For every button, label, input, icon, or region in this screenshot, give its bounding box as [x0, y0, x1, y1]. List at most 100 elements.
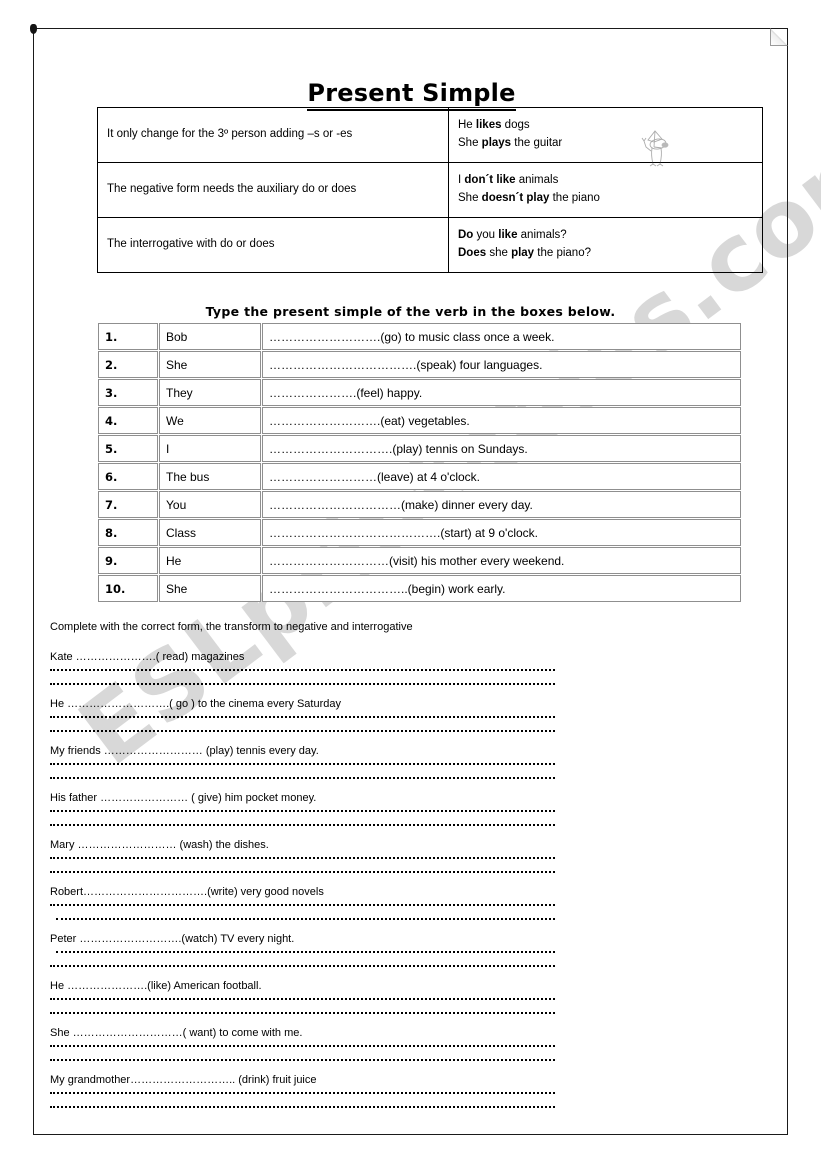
- answer-line-interrogative[interactable]: [50, 1106, 555, 1108]
- list-item: He ………………….(like) American football.: [50, 979, 770, 1014]
- worksheet-page: Present Simple It only change for the 3º…: [30, 24, 789, 1135]
- exercise2-prompt[interactable]: Robert…………………………….(write) very good nove…: [50, 885, 770, 900]
- example-verb: play: [511, 247, 535, 259]
- answer-line-negative[interactable]: [50, 904, 555, 906]
- exercise2-prompt[interactable]: She …………………………( want) to come with me.: [50, 1026, 770, 1041]
- page-corner-mark-icon: [30, 24, 37, 34]
- row-sentence-blank[interactable]: ………………….(feel) happy.: [262, 379, 741, 406]
- example-cell-affirmative: He likes dogs She plays the guitar: [448, 107, 763, 163]
- table-row: 10. She ……………………………..(begin) work early.: [98, 575, 741, 602]
- row-subject: You: [159, 491, 261, 518]
- row-subject: I: [159, 435, 261, 462]
- answer-line-interrogative[interactable]: [50, 730, 555, 732]
- list-item: She …………………………( want) to come with me.: [50, 1026, 770, 1061]
- answer-line-negative[interactable]: [56, 951, 555, 953]
- answer-line-interrogative[interactable]: [50, 777, 555, 779]
- exercise2-prompt[interactable]: He ……………………….( go ) to the cinema every …: [50, 697, 770, 712]
- example-cell-interrogative: Do you like animals? Does she play the p…: [448, 217, 763, 273]
- answer-line-interrogative[interactable]: [50, 871, 555, 873]
- list-item: He ……………………….( go ) to the cinema every …: [50, 697, 770, 732]
- example-post: dogs: [501, 119, 530, 132]
- answer-line-negative[interactable]: [50, 1045, 555, 1047]
- example-verb: plays: [481, 137, 512, 149]
- table-row: 7. You ……………………………(make) dinner every da…: [98, 491, 741, 518]
- rule-text: The interrogative with do or does: [107, 238, 275, 251]
- row-number: 6.: [98, 463, 158, 490]
- answer-line-negative[interactable]: [50, 716, 555, 718]
- example-line: Does she play the piano?: [458, 245, 753, 263]
- example-pre: She: [458, 192, 482, 204]
- example-mid: you: [473, 229, 499, 242]
- row-sentence-blank[interactable]: …………………………(visit) his mother every weeke…: [262, 547, 741, 574]
- table-row: The interrogative with do or does Do you…: [97, 217, 763, 273]
- answer-line-negative[interactable]: [50, 857, 555, 859]
- row-subject: The bus: [159, 463, 261, 490]
- answer-line-negative[interactable]: [50, 669, 555, 671]
- row-sentence-blank[interactable]: ………………………(leave) at 4 o'clock.: [262, 463, 741, 490]
- example-post: animals: [515, 174, 559, 187]
- row-subject: He: [159, 547, 261, 574]
- exercise2-prompt[interactable]: My grandmother……………………….. (drink) fruit …: [50, 1073, 770, 1088]
- list-item: Robert…………………………….(write) very good nove…: [50, 885, 770, 920]
- row-subject: Class: [159, 519, 261, 546]
- list-item: Peter ……………………….(watch) TV every night.: [50, 932, 770, 967]
- row-subject: Bob: [159, 323, 261, 350]
- exercise1-heading: Type the present simple of the verb in t…: [205, 304, 616, 319]
- answer-line-negative[interactable]: [50, 998, 555, 1000]
- row-number: 2.: [98, 351, 158, 378]
- answer-line-interrogative[interactable]: [50, 683, 555, 685]
- exercise2-prompt[interactable]: His father …………………… ( give) him pocket m…: [50, 791, 770, 806]
- table-row: 2. She ……………………………….(speak) four languag…: [98, 351, 741, 378]
- row-number: 10.: [98, 575, 158, 602]
- table-row: 8. Class …………………………………….(start) at 9 o'c…: [98, 519, 741, 546]
- answer-line-interrogative[interactable]: [50, 1059, 555, 1061]
- table-row: 1. Bob ……………………….(go) to music class onc…: [98, 323, 741, 350]
- row-sentence-blank[interactable]: ………………………….(play) tennis on Sundays.: [262, 435, 741, 462]
- table-row: 9. He …………………………(visit) his mother every…: [98, 547, 741, 574]
- example-verb: like: [498, 229, 518, 242]
- answer-line-interrogative[interactable]: [50, 1012, 555, 1014]
- rule-cell-affirmative: It only change for the 3º person adding …: [97, 107, 449, 163]
- row-sentence-blank[interactable]: ……………………………(make) dinner every day.: [262, 491, 741, 518]
- exercise2-prompt[interactable]: He ………………….(like) American football.: [50, 979, 770, 994]
- dog-illustration-icon: [641, 130, 669, 167]
- answer-line-interrogative[interactable]: [50, 965, 555, 967]
- rule-text: The negative form needs the auxiliary do…: [107, 183, 357, 196]
- answer-line-negative[interactable]: [50, 1092, 555, 1094]
- answer-line-interrogative[interactable]: [50, 824, 555, 826]
- example-pre: She: [458, 137, 482, 149]
- row-sentence-blank[interactable]: ……………………………..(begin) work early.: [262, 575, 741, 602]
- example-post: the guitar: [511, 137, 563, 149]
- exercise2-prompt[interactable]: My friends ……………………… (play) tennis every…: [50, 744, 770, 759]
- table-row: 6. The bus ………………………(leave) at 4 o'clock…: [98, 463, 741, 490]
- row-number: 9.: [98, 547, 158, 574]
- row-number: 5.: [98, 435, 158, 462]
- table-row: 5. I ………………………….(play) tennis on Sundays…: [98, 435, 741, 462]
- row-sentence-blank[interactable]: ……………………….(eat) vegetables.: [262, 407, 741, 434]
- answer-line-interrogative[interactable]: [56, 918, 555, 920]
- table-row: 3. They ………………….(feel) happy.: [98, 379, 741, 406]
- page-corner-fold-icon: [770, 28, 788, 46]
- example-post: animals?: [517, 229, 567, 242]
- example-verb: don´t like: [464, 174, 516, 187]
- rule-cell-negative: The negative form needs the auxiliary do…: [97, 162, 449, 218]
- answer-line-negative[interactable]: [50, 763, 555, 765]
- row-sentence-blank[interactable]: …………………………………….(start) at 9 o'clock.: [262, 519, 741, 546]
- row-number: 4.: [98, 407, 158, 434]
- row-sentence-blank[interactable]: ……………………….(go) to music class once a wee…: [262, 323, 741, 350]
- row-subject: We: [159, 407, 261, 434]
- example-cell-negative: I don´t like animals She doesn´t play th…: [448, 162, 763, 218]
- answer-line-negative[interactable]: [50, 810, 555, 812]
- exercise2-prompt[interactable]: Peter ……………………….(watch) TV every night.: [50, 932, 770, 947]
- exercise2-prompt[interactable]: Mary ……………………… (wash) the dishes.: [50, 838, 770, 853]
- example-verb: doesn´t play: [481, 192, 550, 204]
- row-number: 3.: [98, 379, 158, 406]
- example-line: She doesn´t play the piano: [458, 190, 753, 208]
- row-sentence-blank[interactable]: ……………………………….(speak) four languages.: [262, 351, 741, 378]
- row-number: 8.: [98, 519, 158, 546]
- example-pre: He: [458, 119, 476, 132]
- example-post: the piano?: [534, 247, 591, 259]
- page-title: Present Simple: [34, 79, 789, 111]
- row-number: 7.: [98, 491, 158, 518]
- exercise2-prompt[interactable]: Kate ………………….( read) magazines: [50, 650, 770, 665]
